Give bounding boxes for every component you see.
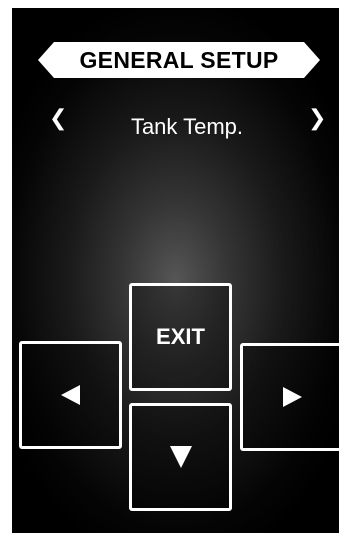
exit-button[interactable]: EXIT <box>129 283 232 391</box>
page-title: GENERAL SETUP <box>79 46 279 73</box>
next-parameter-button[interactable]: ❯ <box>308 108 326 130</box>
device-screen: GENERAL SETUP ❮ Tank Temp. ❯ EXIT <box>12 8 339 533</box>
header-banner: GENERAL SETUP <box>38 42 320 78</box>
left-arrow-button[interactable] <box>19 341 122 449</box>
parameter-label: Tank Temp. <box>130 114 244 139</box>
triangle-right-icon <box>282 387 302 407</box>
previous-parameter-button[interactable]: ❮ <box>49 108 67 130</box>
chevron-left-icon: ❮ <box>49 106 68 131</box>
exit-button-label: EXIT <box>156 324 205 349</box>
triangle-left-icon <box>61 385 80 405</box>
right-arrow-button[interactable] <box>240 343 339 451</box>
down-arrow-button[interactable] <box>129 403 232 511</box>
triangle-down-icon <box>169 446 192 468</box>
chevron-right-icon: ❯ <box>308 106 327 131</box>
